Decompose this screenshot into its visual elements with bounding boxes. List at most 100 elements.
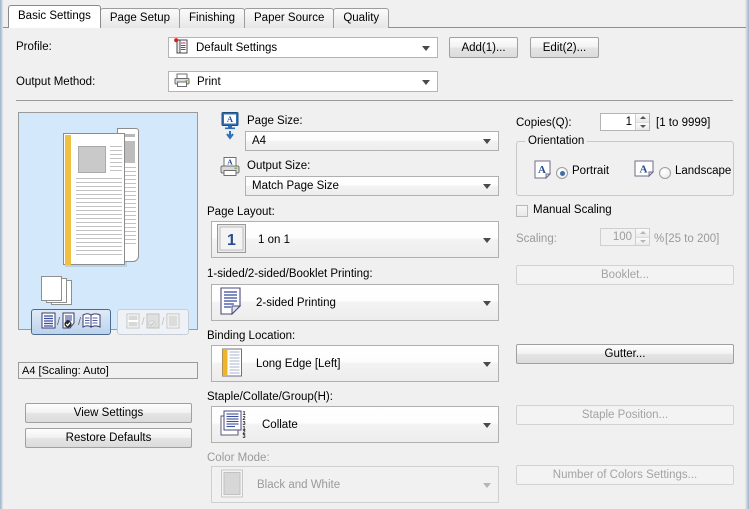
add-profile-button[interactable]: Add(1)... [449, 37, 518, 58]
portrait-radio[interactable] [556, 167, 568, 179]
stamp-view-icon [126, 313, 140, 332]
manual-scaling-checkbox[interactable] [516, 205, 528, 217]
copies-value[interactable]: 1 [601, 116, 635, 128]
window-right-edge [745, 0, 749, 509]
copies-stepper[interactable]: 1 [600, 113, 650, 131]
preview-front-page [63, 133, 125, 265]
page-view-icon[interactable] [41, 312, 56, 332]
scaling-range-hint: [25 to 200] [665, 233, 720, 245]
scaling-label: Scaling: [516, 233, 557, 245]
scaling-unit: % [654, 233, 665, 245]
sided-printing-value: 2-sided Printing [256, 296, 336, 309]
tab-quality[interactable]: Quality [333, 8, 390, 28]
one-on-one-icon: 1 [217, 223, 246, 256]
tab-finishing[interactable]: Finishing [178, 8, 246, 28]
printer-a-icon: A [219, 157, 241, 180]
tab-label: Finishing [188, 12, 236, 24]
binding-location-value: Long Edge [Left] [256, 357, 341, 370]
svg-text:1: 1 [227, 232, 236, 249]
chevron-down-icon[interactable] [483, 184, 491, 189]
preview-view-mode-toggle-selected[interactable]: / / [31, 309, 111, 335]
scaling-value: 100 [612, 231, 632, 243]
copies-spin-buttons[interactable] [635, 114, 649, 130]
color-mode-value: Black and White [257, 478, 341, 491]
collate-icon: 123 123 [218, 408, 250, 441]
copies-decrement-button[interactable] [636, 122, 649, 130]
toggle-separator: / [141, 316, 145, 328]
chevron-down-icon[interactable] [483, 361, 491, 367]
section-separator [16, 100, 733, 101]
output-method-label: Output Method: [16, 76, 96, 88]
toggle-separator: / [78, 316, 82, 328]
page-size-value: A4 [252, 135, 267, 147]
add-profile-label: Add(1)... [461, 41, 506, 54]
color-mode-label: Color Mode: [207, 452, 270, 464]
manual-scaling-label: Manual Scaling [533, 204, 612, 216]
page-size-dropdown[interactable]: A4 [245, 131, 499, 151]
copies-label: Copies(Q): [516, 117, 572, 129]
view-settings-button[interactable]: View Settings [25, 403, 192, 423]
chevron-down-icon[interactable] [483, 139, 491, 144]
scaling-decrement-button [636, 237, 649, 245]
tab-page-setup[interactable]: Page Setup [99, 8, 180, 28]
landscape-icon[interactable]: A [634, 160, 655, 181]
output-method-dropdown[interactable]: Print [168, 71, 438, 92]
gutter-button[interactable]: Gutter... [516, 344, 734, 364]
preview-text-lines [76, 178, 122, 258]
scaling-increment-button [636, 229, 649, 238]
chevron-down-icon [483, 482, 491, 488]
two-sided-icon[interactable] [61, 312, 77, 332]
staple-collate-dropdown[interactable]: 123 123 Collate [211, 406, 499, 443]
sided-printing-dropdown[interactable]: 2-sided Printing [211, 284, 499, 321]
binding-location-dropdown[interactable]: Long Edge [Left] [211, 345, 499, 382]
chevron-down-icon[interactable] [483, 300, 491, 306]
booklet-icon[interactable] [82, 312, 101, 332]
edit-profile-button[interactable]: Edit(2)... [530, 37, 599, 58]
color-mode-dropdown: Black and White [211, 466, 499, 503]
restore-defaults-label: Restore Defaults [65, 432, 152, 444]
overlay-icon [146, 313, 161, 332]
print-preview-panel[interactable]: / / / / [18, 112, 198, 335]
tab-bar: Basic Settings Page Setup Finishing Pape… [8, 5, 390, 28]
tab-paper-source[interactable]: Paper Source [244, 8, 335, 28]
number-of-colors-button-label: Number of Colors Settings... [552, 469, 698, 481]
page-layout-value: 1 on 1 [258, 233, 290, 246]
copies-increment-button[interactable] [636, 114, 649, 123]
staple-collate-value: Collate [262, 418, 298, 431]
chevron-down-icon[interactable] [483, 422, 491, 428]
svg-text:A: A [227, 158, 233, 167]
color-swatch-icon [219, 469, 245, 501]
preview-sheet-stack [41, 276, 73, 306]
landscape-label: Landscape [675, 165, 732, 177]
view-settings-label: View Settings [73, 407, 144, 419]
profile-label: Profile: [16, 41, 52, 53]
booklet-button: Booklet... [516, 265, 734, 285]
profile-dropdown[interactable]: Default Settings [168, 37, 438, 58]
preview-status-text: A4 [Scaling: Auto] [22, 364, 109, 377]
restore-defaults-button[interactable]: Restore Defaults [25, 428, 192, 448]
chevron-down-icon[interactable] [422, 79, 430, 85]
tab-basic-settings[interactable]: Basic Settings [8, 5, 101, 28]
preview-status-bar: A4 [Scaling: Auto] [18, 362, 198, 379]
tab-label: Quality [343, 12, 380, 24]
staple-position-button-label: Staple Position... [581, 409, 669, 421]
chevron-down-icon[interactable] [422, 45, 430, 51]
svg-text:3: 3 [243, 434, 246, 438]
preview-finishing-toggle-disabled[interactable]: / / [117, 309, 189, 335]
booklet-button-label: Booklet... [601, 269, 649, 281]
page-size-label: Page Size: [247, 115, 303, 127]
chevron-down-icon[interactable] [483, 237, 491, 243]
staple-position-button: Staple Position... [516, 405, 734, 425]
two-sided-printing-icon [218, 286, 244, 319]
svg-text:A: A [227, 114, 234, 124]
page-layout-dropdown[interactable]: 1 1 on 1 [211, 221, 499, 258]
edit-profile-label: Edit(2)... [542, 41, 587, 54]
preview-binding-edge [65, 135, 71, 265]
profile-value: Default Settings [196, 41, 278, 54]
output-size-dropdown[interactable]: Match Page Size [245, 176, 499, 196]
portrait-icon[interactable]: A [534, 160, 552, 182]
copies-range-hint: [1 to 9999] [656, 117, 711, 129]
tab-label: Paper Source [254, 12, 325, 24]
monitor-a-icon: A [219, 112, 241, 143]
landscape-radio[interactable] [659, 167, 671, 179]
